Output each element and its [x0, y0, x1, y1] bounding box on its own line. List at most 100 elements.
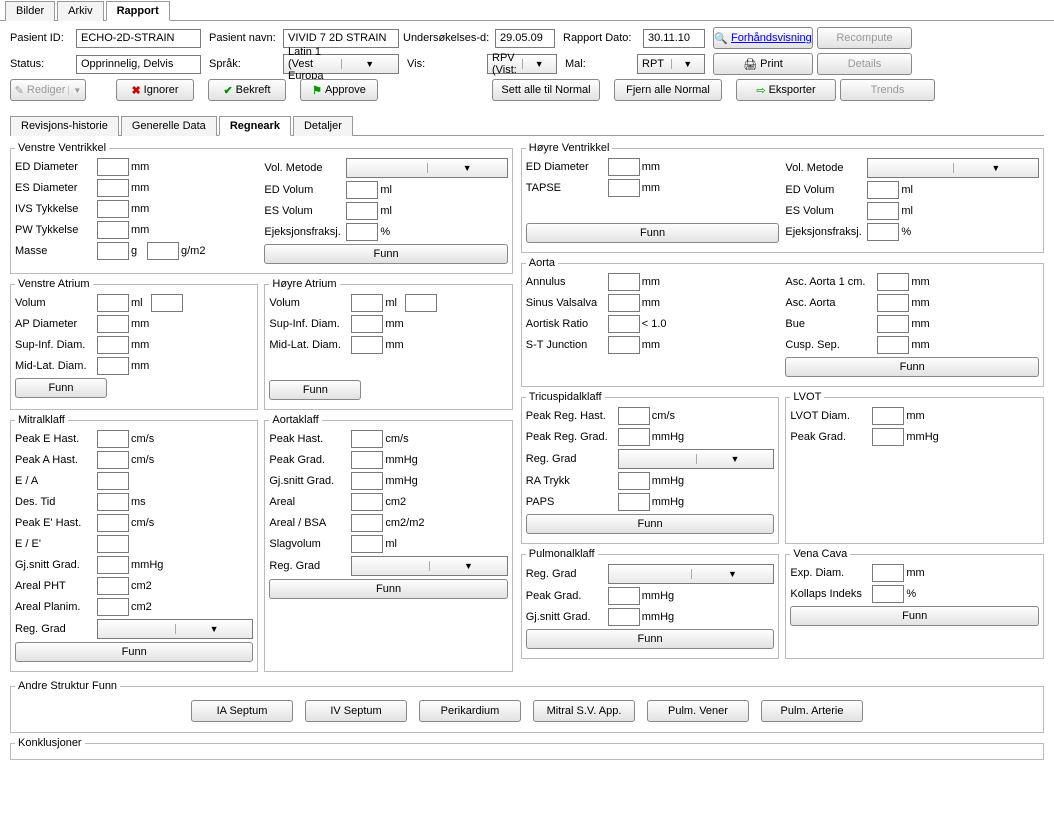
hv-ed-dia-input[interactable] [608, 158, 640, 176]
cusp-input[interactable] [877, 336, 909, 354]
masse-input[interactable] [97, 242, 129, 260]
ed-vol-input[interactable] [346, 181, 378, 199]
pk-peak-grad-input[interactable] [608, 587, 640, 605]
ha-mid-input[interactable] [351, 336, 383, 354]
areal-pht-input[interactable] [97, 577, 129, 595]
aort-ratio-input[interactable] [608, 315, 640, 333]
tk-reg-grad-dropdown[interactable]: ▼ [618, 449, 775, 469]
hv-vol-met-dropdown[interactable]: ▼ [867, 158, 1039, 178]
hv-ed-vol-input[interactable] [867, 181, 899, 199]
tk-peak-reg-hast-input[interactable] [618, 407, 650, 425]
bue-input[interactable] [877, 315, 909, 333]
peak-ep-input[interactable] [97, 514, 129, 532]
tk-funn-button[interactable]: Funn [526, 514, 775, 534]
rediger-button[interactable]: ✎Rediger▼ [10, 79, 86, 101]
ed-dia-input[interactable] [97, 158, 129, 176]
va-ap-input[interactable] [97, 315, 129, 333]
es-dia-input[interactable] [97, 179, 129, 197]
masse-bsa-input[interactable] [147, 242, 179, 260]
rapport-dato-field[interactable] [643, 29, 705, 48]
hv-ef-input[interactable] [867, 223, 899, 241]
ha-funn-button[interactable]: Funn [269, 380, 361, 400]
lvot-diam-input[interactable] [872, 407, 904, 425]
approve-button[interactable]: ⚑Approve [300, 79, 378, 101]
va-mid-input[interactable] [97, 357, 129, 375]
pw-input[interactable] [97, 221, 129, 239]
ra-trykk-input[interactable] [618, 472, 650, 490]
ef-input[interactable] [346, 223, 378, 241]
va-sup-input[interactable] [97, 336, 129, 354]
areal-plan-input[interactable] [97, 598, 129, 616]
peak-e-input[interactable] [97, 430, 129, 448]
ea-input[interactable] [97, 472, 129, 490]
status-field[interactable] [76, 55, 201, 74]
pulm-vener-button[interactable]: Pulm. Vener [647, 700, 749, 722]
ia-septum-button[interactable]: IA Septum [191, 700, 293, 722]
vis-dropdown[interactable]: RPV (Vist:▼ [487, 54, 557, 74]
ignorer-button[interactable]: ✖Ignorer [116, 79, 194, 101]
annulus-input[interactable] [608, 273, 640, 291]
sett-normal-button[interactable]: Sett alle til Normal [492, 79, 600, 101]
kollaps-input[interactable] [872, 585, 904, 603]
hv-funn-button[interactable]: Funn [526, 223, 780, 243]
pk-funn-button[interactable]: Funn [526, 629, 775, 649]
vol-met-dropdown[interactable]: ▼ [346, 158, 507, 178]
asc-input[interactable] [877, 294, 909, 312]
iv-septum-button[interactable]: IV Septum [305, 700, 407, 722]
pk-reg-grad-dropdown[interactable]: ▼ [608, 564, 775, 584]
vc-funn-button[interactable]: Funn [790, 606, 1039, 626]
st-junc-input[interactable] [608, 336, 640, 354]
hv-es-vol-input[interactable] [867, 202, 899, 220]
trends-button[interactable]: Trends [840, 79, 935, 101]
gj-grad-input[interactable] [97, 556, 129, 574]
exp-diam-input[interactable] [872, 564, 904, 582]
ha-volum-input[interactable] [351, 294, 383, 312]
ak-areal-bsa-input[interactable] [351, 514, 383, 532]
unders-field[interactable] [495, 29, 555, 48]
ak-peak-grad-input[interactable] [351, 451, 383, 469]
des-tid-input[interactable] [97, 493, 129, 511]
subtab-revisjons[interactable]: Revisjons-historie [10, 116, 119, 136]
pasient-id-field[interactable] [76, 29, 201, 48]
pasient-navn-field[interactable] [283, 29, 399, 48]
eksporter-button[interactable]: ⇨Eksporter [736, 79, 836, 101]
tab-rapport[interactable]: Rapport [106, 1, 170, 21]
ha-sup-input[interactable] [351, 315, 383, 333]
es-vol-input[interactable] [346, 202, 378, 220]
subtab-generelle[interactable]: Generelle Data [121, 116, 217, 136]
mk-funn-button[interactable]: Funn [15, 642, 253, 662]
tk-peak-reg-grad-input[interactable] [618, 428, 650, 446]
subtab-detaljer[interactable]: Detaljer [293, 116, 353, 136]
mal-dropdown[interactable]: RPT▼ [637, 54, 705, 74]
va-volum-input[interactable] [97, 294, 129, 312]
peak-a-input[interactable] [97, 451, 129, 469]
bekreft-button[interactable]: ✔Bekreft [208, 79, 286, 101]
mitral-sv-button[interactable]: Mitral S.V. App. [533, 700, 635, 722]
sinus-input[interactable] [608, 294, 640, 312]
sprak-dropdown[interactable]: Latin 1 (Vest Europa▼ [283, 54, 399, 74]
va-funn-button[interactable]: Funn [15, 378, 107, 398]
asc1-input[interactable] [877, 273, 909, 291]
pulm-arterie-button[interactable]: Pulm. Arterie [761, 700, 863, 722]
mk-reg-grad-dropdown[interactable]: ▼ [97, 619, 253, 639]
forhandsvisning-button[interactable]: 🔍Forhåndsvisning [713, 27, 813, 49]
lvot-peak-grad-input[interactable] [872, 428, 904, 446]
details-button[interactable]: Details [817, 53, 912, 75]
print-button[interactable]: 🖨Print [713, 53, 813, 75]
eep-input[interactable] [97, 535, 129, 553]
recompute-button[interactable]: Recompute [817, 27, 912, 49]
vv-funn-button[interactable]: Funn [264, 244, 507, 264]
subtab-regneark[interactable]: Regneark [219, 116, 291, 136]
pk-gj-grad-input[interactable] [608, 608, 640, 626]
ha-volum2-input[interactable] [405, 294, 437, 312]
aorta-funn-button[interactable]: Funn [785, 357, 1039, 377]
tab-arkiv[interactable]: Arkiv [57, 1, 103, 21]
ak-slagvol-input[interactable] [351, 535, 383, 553]
ak-funn-button[interactable]: Funn [269, 579, 507, 599]
tapse-input[interactable] [608, 179, 640, 197]
ak-peak-hast-input[interactable] [351, 430, 383, 448]
ak-reg-grad-dropdown[interactable]: ▼ [351, 556, 507, 576]
va-volum2-input[interactable] [151, 294, 183, 312]
tab-bilder[interactable]: Bilder [5, 1, 55, 21]
ak-gj-grad-input[interactable] [351, 472, 383, 490]
